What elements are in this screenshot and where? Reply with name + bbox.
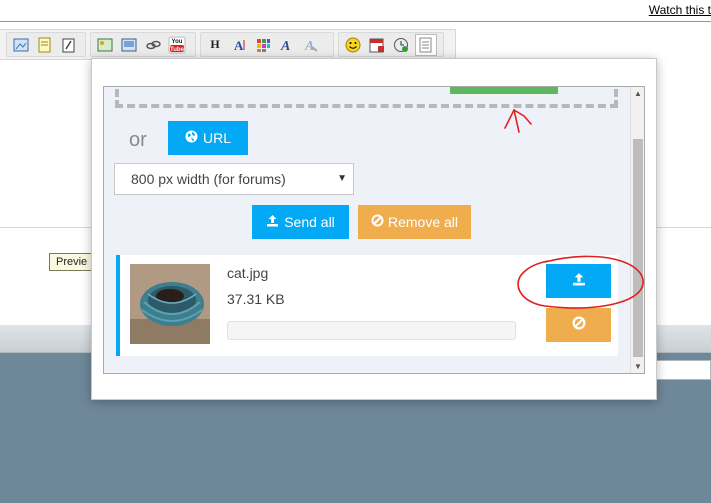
clock-icon[interactable] — [391, 35, 411, 55]
file-progress-bar — [227, 321, 516, 340]
font-icon[interactable]: A — [277, 35, 297, 55]
remove-all-label: Remove all — [387, 214, 459, 230]
file-thumbnail — [130, 264, 210, 344]
clipboard-icon[interactable] — [59, 35, 79, 55]
scroll-down-arrow-icon[interactable]: ▼ — [631, 362, 644, 371]
note-icon[interactable] — [35, 35, 55, 55]
svg-text:You: You — [172, 39, 183, 45]
page-icon[interactable] — [415, 33, 437, 56]
send-all-button[interactable]: Send all — [252, 205, 349, 239]
toolbar-group-3: H A A A — [200, 32, 334, 57]
svg-text:Tube: Tube — [170, 47, 185, 53]
upload-file-button[interactable] — [546, 264, 611, 298]
scroll-up-arrow-icon[interactable]: ▲ — [631, 89, 644, 98]
send-all-label: Send all — [284, 214, 335, 230]
insert-image-icon[interactable] — [95, 35, 115, 55]
preview-button[interactable]: Previe — [49, 253, 95, 271]
youtube-icon[interactable]: You Tube — [167, 35, 187, 55]
clear-format-icon[interactable]: A — [301, 35, 321, 55]
file-size: 37.31 KB — [227, 291, 285, 307]
or-label: or — [129, 129, 147, 151]
smiley-icon[interactable] — [343, 35, 363, 55]
upload-icon — [266, 214, 279, 230]
url-button[interactable]: URL — [168, 121, 248, 155]
image-icon[interactable] — [11, 35, 31, 55]
image-width-select[interactable]: 800 px width (for forums) ▼ — [114, 163, 354, 195]
file-name: cat.jpg — [227, 265, 269, 281]
ban-icon — [371, 214, 384, 230]
dropdown-arrow-icon: ▼ — [337, 173, 347, 184]
font-size-icon[interactable]: A — [229, 35, 249, 55]
scrollbar-thumb[interactable] — [633, 139, 643, 357]
watch-thread-link[interactable]: Watch this t — [649, 3, 711, 17]
heading-icon[interactable]: H — [205, 35, 225, 55]
upload-icon — [572, 272, 586, 291]
file-list-item: cat.jpg 37.31 KB — [116, 255, 618, 356]
upload-scroll-area[interactable]: or URL 800 px width (for forums) ▼ Send … — [103, 86, 645, 374]
toolbar-group-2: You Tube — [90, 32, 196, 57]
popup-scrollbar[interactable]: ▲ ▼ — [630, 87, 644, 373]
editor-toolbar: You Tube H A A A — [0, 29, 456, 60]
color-grid-icon[interactable] — [253, 35, 273, 55]
toolbar-group-1 — [6, 32, 86, 57]
upload-popup: or URL 800 px width (for forums) ▼ Send … — [91, 58, 657, 400]
media-icon[interactable] — [119, 35, 139, 55]
svg-text:A: A — [234, 38, 244, 53]
image-width-selected: 800 px width (for forums) — [131, 171, 286, 187]
link-icon[interactable] — [143, 35, 163, 55]
svg-text:A: A — [304, 39, 314, 53]
cancel-file-button[interactable] — [546, 308, 611, 342]
toolbar-group-4 — [338, 32, 444, 57]
calendar-icon[interactable] — [367, 35, 387, 55]
url-button-label: URL — [202, 130, 231, 146]
ban-icon — [572, 316, 586, 335]
top-bar: Watch this t — [0, 0, 711, 22]
upload-progress-bar — [450, 87, 558, 94]
globe-icon — [185, 130, 198, 146]
svg-text:A: A — [280, 39, 290, 53]
remove-all-button[interactable]: Remove all — [358, 205, 471, 239]
